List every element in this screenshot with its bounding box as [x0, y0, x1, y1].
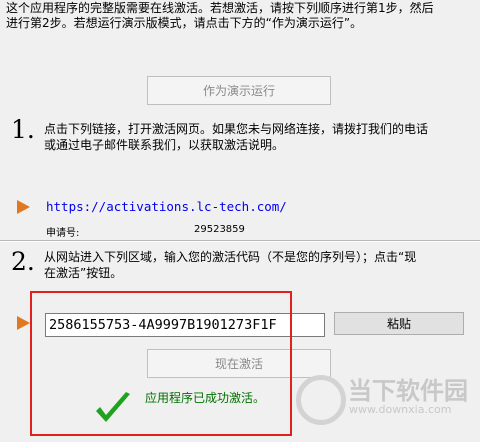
paste-button[interactable]: 粘贴	[334, 312, 464, 335]
request-number-value: 29523859	[194, 224, 245, 235]
step-2-line-2: 在激活”按钮。	[44, 266, 123, 280]
intro-line-1: 这个应用程序的完整版需要在线激活。若想激活，请按下列顺序进行第1步，然后	[6, 1, 434, 15]
arrow-icon	[17, 316, 30, 330]
run-as-demo-button[interactable]: 作为演示运行	[147, 76, 331, 105]
request-number-label: 申请号:	[46, 228, 80, 239]
section-divider	[0, 240, 480, 242]
watermark-url: www.downxia.com	[349, 403, 452, 416]
step-2-line-1: 从网站进入下列区域，输入您的激活代码（不是您的序列号）；点击“现	[44, 250, 417, 264]
watermark-title: 当下软件园	[348, 377, 468, 405]
watermark-logo-icon	[296, 375, 346, 425]
step-1-line-1: 点击下列链接，打开激活网页。如果您未与网络连接，请拨打我们的电话	[44, 122, 429, 136]
intro-line-2: 进行第2步。若想运行演示版模式，请点击下方的“作为演示运行”。	[6, 16, 363, 30]
arrow-icon	[17, 200, 30, 214]
step-1-instructions: 点击下列链接，打开激活网页。如果您未与网络连接，请拨打我们的电话 或通过电子邮件…	[44, 121, 474, 153]
step-2-instructions: 从网站进入下列区域，输入您的激活代码（不是您的序列号）；点击“现 在激活”按钮。	[44, 249, 474, 281]
step-2-number: 2.	[11, 247, 35, 276]
step-1-line-2: 或通过电子邮件联系我们，以获取激活说明。	[44, 138, 285, 152]
activation-link[interactable]: https://activations.lc-tech.com/	[46, 199, 287, 214]
step-1-number: 1.	[11, 115, 35, 144]
highlight-box	[30, 291, 292, 436]
intro-text: 这个应用程序的完整版需要在线激活。若想激活，请按下列顺序进行第1步，然后 进行第…	[6, 1, 476, 31]
